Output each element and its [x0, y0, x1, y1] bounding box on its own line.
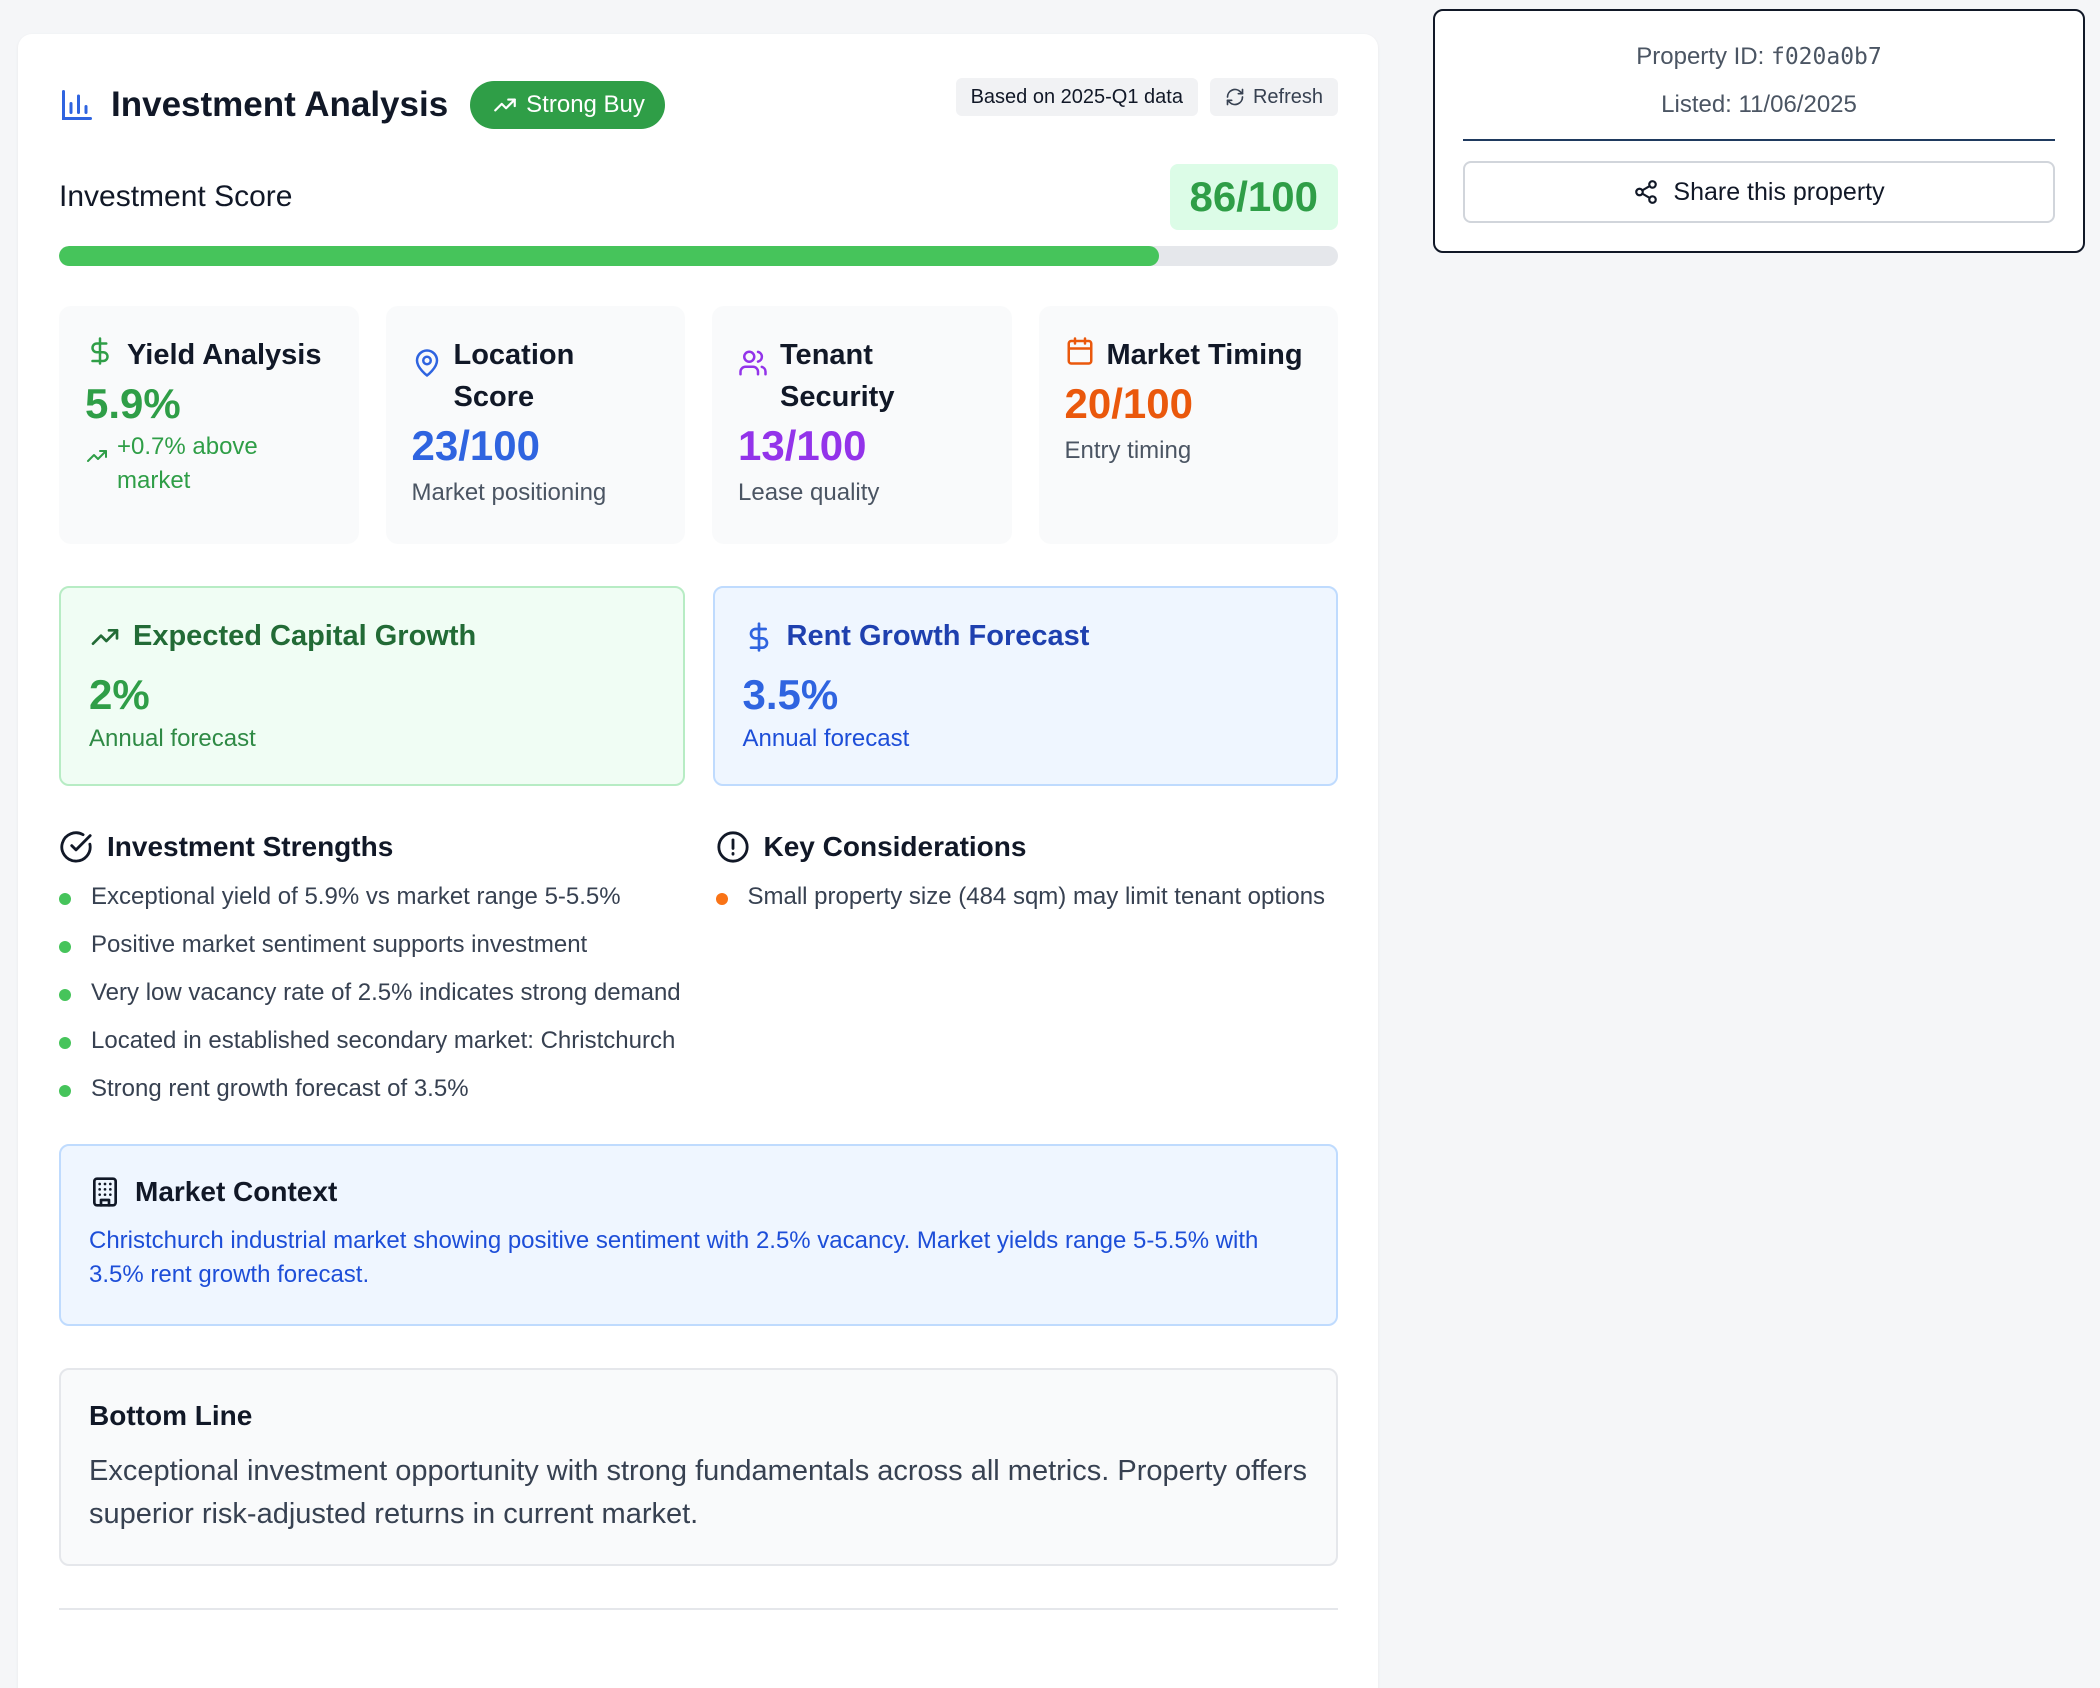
- bottom-line: Bottom Line Exceptional investment oppor…: [59, 1368, 1338, 1566]
- share-property-label: Share this property: [1673, 177, 1885, 206]
- bottom-line-title: Bottom Line: [89, 1400, 253, 1431]
- market-context: Market Context Christchurch industrial m…: [59, 1144, 1338, 1326]
- trending-up-icon: [494, 98, 517, 112]
- metric-value: 5.9%: [85, 380, 181, 427]
- investment-score-progress: [59, 246, 1338, 266]
- metric-title: Tenant Security: [780, 339, 895, 413]
- considerations-title: Key Considerations: [763, 831, 1027, 862]
- metric-card-timing: Market Timing 20/100 Entry timing: [1038, 306, 1338, 544]
- bar-chart-icon: [62, 90, 92, 120]
- bullet-dot: [59, 1085, 71, 1097]
- investment-score-row: Investment Score 86/100: [59, 164, 1338, 230]
- list-item: Very low vacancy rate of 2.5% indicates …: [59, 976, 682, 1010]
- bullet-dot: [715, 893, 728, 905]
- page-title: Investment Analysis: [111, 85, 449, 124]
- list-item-text: Exceptional yield of 5.9% vs market rang…: [91, 883, 621, 910]
- share-icon: [1635, 180, 1658, 204]
- bullet-dot: [59, 893, 71, 905]
- market-context-title: Market Context: [135, 1176, 338, 1207]
- property-info-card: Property ID: f020a0b7 Listed: 11/06/2025…: [1433, 9, 2085, 253]
- bottom-line-text: Exceptional investment opportunity with …: [89, 1455, 1308, 1530]
- alert-circle-icon: [716, 831, 749, 863]
- forecast-title: Expected Capital Growth: [133, 620, 477, 652]
- metric-card-yield: Yield Analysis 5.9% +0.7% above market: [59, 306, 359, 544]
- trending-up-icon: [91, 628, 119, 645]
- data-period-badge: Based on 2025-Q1 data: [955, 78, 1198, 116]
- metric-subtext: Lease quality: [738, 479, 880, 506]
- metric-value: 23/100: [411, 422, 540, 469]
- bullet-dot: [59, 1037, 71, 1049]
- metric-title: Yield Analysis: [127, 339, 322, 371]
- bullet-dot: [59, 989, 71, 1001]
- investment-score-progress-fill: [59, 246, 1159, 266]
- property-id-label: Property ID:: [1636, 43, 1771, 70]
- list-item-text: Located in established secondary market:…: [91, 1027, 676, 1054]
- metric-subtext: +0.7% above market: [117, 433, 258, 494]
- dollar-icon: [91, 337, 109, 365]
- metric-card-tenant: Tenant Security 13/100 Lease quality: [712, 306, 1012, 544]
- dollar-icon: [749, 621, 768, 652]
- metric-value: 13/100: [738, 422, 867, 469]
- refresh-icon: [1226, 88, 1244, 106]
- market-context-text: Christchurch industrial market showing p…: [89, 1227, 1259, 1288]
- metric-subtext: Entry timing: [1064, 437, 1192, 464]
- strengths-title: Investment Strengths: [107, 831, 394, 862]
- list-item: Located in established secondary market:…: [59, 1024, 682, 1058]
- refresh-button-label: Refresh: [1252, 85, 1323, 108]
- card-header: Investment Analysis Strong Buy Based on …: [59, 74, 1338, 136]
- metric-subtext: Market positioning: [411, 479, 607, 506]
- capital-growth-card: Expected Capital Growth 2% Annual foreca…: [59, 586, 685, 786]
- listed-date: Listed: 11/06/2025: [1661, 91, 1857, 118]
- key-considerations: Key Considerations Small property size (…: [715, 830, 1339, 1120]
- share-property-button[interactable]: Share this property: [1463, 161, 2055, 223]
- divider: [1463, 139, 2055, 141]
- forecast-cards: Expected Capital Growth 2% Annual foreca…: [59, 586, 1338, 786]
- refresh-button[interactable]: Refresh: [1209, 78, 1338, 116]
- investment-strengths: Investment Strengths Exceptional yield o…: [59, 830, 682, 1120]
- forecast-value: 2%: [89, 671, 150, 718]
- trending-up-icon: [87, 450, 107, 462]
- rent-growth-card: Rent Growth Forecast 3.5% Annual forecas…: [712, 586, 1338, 786]
- list-item: Strong rent growth forecast of 3.5%: [59, 1072, 682, 1106]
- metric-card-location: Location Score 23/100 Market positioning: [385, 306, 685, 544]
- list-item-text: Positive market sentiment supports inves…: [91, 931, 588, 958]
- forecast-value: 3.5%: [742, 671, 839, 718]
- calendar-icon: [1067, 337, 1092, 365]
- investment-analysis-card: Investment Analysis Strong Buy Based on …: [18, 34, 1378, 1688]
- strengths-considerations: Investment Strengths Exceptional yield o…: [59, 830, 1338, 1120]
- list-item: Small property size (484 sqm) may limit …: [715, 880, 1339, 914]
- list-item-text: Small property size (484 sqm) may limit …: [747, 883, 1326, 910]
- list-item: Positive market sentiment supports inves…: [59, 928, 682, 962]
- list-item: Exceptional yield of 5.9% vs market rang…: [59, 880, 682, 914]
- list-item-text: Very low vacancy rate of 2.5% indicates …: [91, 979, 681, 1006]
- property-id-value: f020a0b7: [1770, 44, 1882, 70]
- metric-value: 20/100: [1064, 380, 1193, 427]
- divider: [59, 1608, 1338, 1610]
- metric-cards: Yield Analysis 5.9% +0.7% above market L…: [59, 306, 1338, 544]
- forecast-subtext: Annual forecast: [89, 725, 256, 752]
- list-item-text: Strong rent growth forecast of 3.5%: [91, 1075, 469, 1102]
- bullet-dot: [59, 941, 71, 953]
- rating-badge: Strong Buy: [470, 81, 665, 129]
- forecast-subtext: Annual forecast: [742, 725, 910, 752]
- property-id: Property ID: f020a0b7: [1463, 43, 2055, 71]
- investment-score-label: Investment Score: [59, 180, 293, 213]
- forecast-title: Rent Growth Forecast: [786, 620, 1090, 652]
- building-icon: [93, 1177, 117, 1207]
- rating-badge-label: Strong Buy: [526, 91, 645, 118]
- metric-title: Location Score: [453, 339, 575, 413]
- check-circle-icon: [60, 831, 92, 863]
- metric-title: Market Timing: [1106, 339, 1303, 371]
- users-icon: [739, 350, 767, 376]
- investment-score-value: 86/100: [1169, 164, 1338, 230]
- map-pin-icon: [415, 349, 438, 377]
